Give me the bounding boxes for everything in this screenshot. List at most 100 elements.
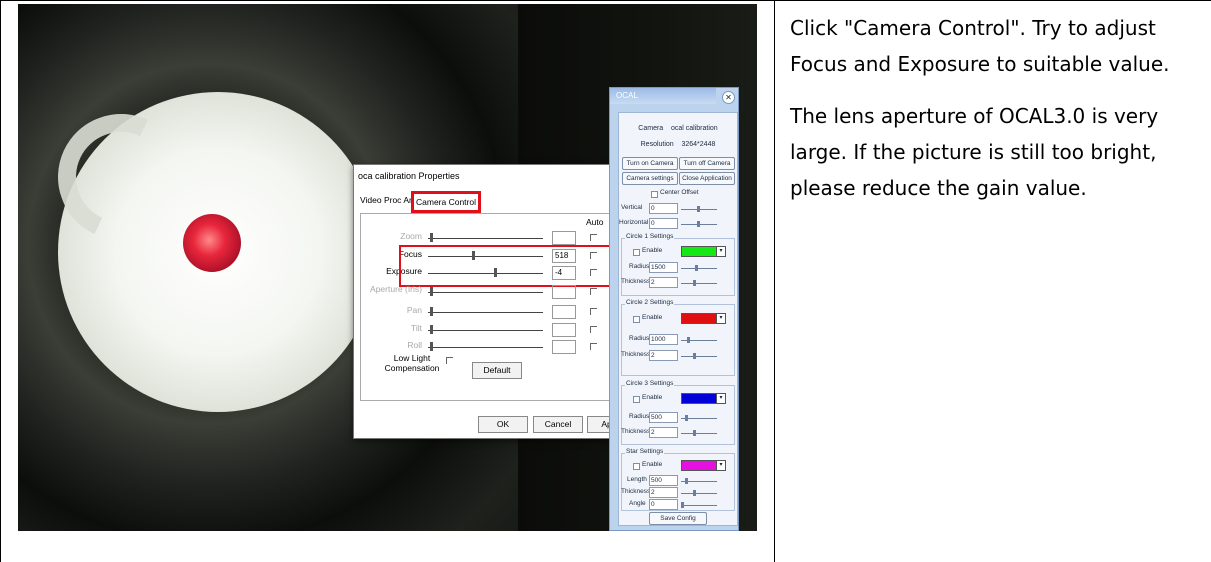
circle3-color[interactable]	[681, 393, 717, 404]
horizontal-slider-thumb[interactable]	[697, 221, 700, 227]
pan-auto-checkbox	[590, 308, 597, 315]
star-angle-thumb[interactable]	[681, 502, 684, 508]
tilt-value	[552, 323, 576, 337]
star-dropdown-icon[interactable]: ▾	[716, 460, 726, 471]
zoom-auto-checkbox	[590, 234, 597, 241]
star-thickness-slider[interactable]	[681, 493, 717, 494]
pan-control: Pan	[354, 305, 644, 321]
ocal-panel: OCAL ✕ Camera ocal calibration Resolutio…	[609, 87, 739, 531]
close-application-button[interactable]: Close Application	[679, 172, 735, 185]
circle1-radius-field[interactable]: 1500	[649, 262, 678, 273]
star-thickness-thumb[interactable]	[693, 490, 696, 496]
circle2-enable-checkbox[interactable]	[633, 316, 640, 323]
star-angle-slider[interactable]	[681, 505, 717, 506]
tab-camera-control[interactable]: Camera Control	[411, 191, 481, 213]
circle1-thickness-slider[interactable]	[681, 283, 717, 284]
turn-on-camera-button[interactable]: Turn on Camera	[622, 157, 678, 170]
default-button[interactable]: Default	[472, 362, 522, 379]
circle3-title: Circle 3 Settings	[625, 380, 675, 387]
circle2-dropdown-icon[interactable]: ▾	[716, 313, 726, 324]
tilt-slider	[428, 330, 543, 331]
pan-value	[552, 305, 576, 319]
pan-slider	[428, 312, 543, 313]
horizontal-field[interactable]: 0	[649, 218, 678, 229]
instructions-text: Click "Camera Control". Try to adjust Fo…	[790, 10, 1205, 222]
circle3-radius-label: Radius	[629, 413, 650, 420]
turn-off-camera-button[interactable]: Turn off Camera	[679, 157, 735, 170]
vertical-slider-thumb[interactable]	[697, 206, 700, 212]
circle2-title: Circle 2 Settings	[625, 299, 675, 306]
circle1-radius-thumb[interactable]	[695, 265, 698, 271]
star-thickness-field[interactable]: 2	[649, 487, 678, 498]
star-angle-field[interactable]: 0	[649, 499, 678, 510]
circle1-thickness-field[interactable]: 2	[649, 277, 678, 288]
table-border-top	[0, 0, 1211, 1]
circle1-radius-slider[interactable]	[681, 268, 717, 269]
star-title: Star Settings	[625, 448, 665, 455]
circle1-enable-label: Enable	[642, 247, 663, 254]
camera-settings-button[interactable]: Camera settings	[622, 172, 678, 185]
star-thickness-label: Thickness	[621, 488, 651, 495]
center-offset-label: Center Offset	[660, 189, 699, 196]
circle3-radius-field[interactable]: 500	[649, 412, 678, 423]
center-offset-checkbox[interactable]	[651, 191, 658, 198]
circle2-radius-field[interactable]: 1000	[649, 334, 678, 345]
resolution-value: 3264*2448	[681, 141, 716, 148]
circle1-thickness-thumb[interactable]	[693, 280, 696, 286]
star-color[interactable]	[681, 460, 717, 471]
circle2-thickness-slider[interactable]	[681, 356, 717, 357]
circle2-radius-label: Radius	[629, 335, 650, 342]
star-length-label: Length	[627, 476, 647, 483]
circle1-color[interactable]	[681, 246, 717, 257]
circle3-thickness-field[interactable]: 2	[649, 427, 678, 438]
roll-value	[552, 340, 576, 354]
circle2-thickness-thumb[interactable]	[693, 353, 696, 359]
cancel-button[interactable]: Cancel	[533, 416, 583, 433]
circle3-thickness-label: Thickness	[621, 428, 651, 435]
table-border-left	[0, 0, 1, 562]
aperture-control: Aperture (Iris)	[354, 285, 644, 301]
circle2-radius-thumb[interactable]	[687, 337, 690, 343]
ok-button[interactable]: OK	[478, 416, 528, 433]
aperture-label: Aperture (Iris)	[370, 284, 422, 294]
star-angle-label: Angle	[629, 500, 646, 507]
circle2-thickness-field[interactable]: 2	[649, 350, 678, 361]
circle3-thickness-thumb[interactable]	[693, 430, 696, 436]
circle2-thickness-label: Thickness	[621, 351, 651, 358]
ocal-close-icon[interactable]: ✕	[722, 91, 735, 104]
red-target-dot	[183, 214, 241, 272]
tilt-control: Tilt	[354, 323, 644, 339]
circle2-color[interactable]	[681, 313, 717, 324]
roll-label: Roll	[407, 340, 422, 350]
circle3-enable-checkbox[interactable]	[633, 396, 640, 403]
pan-slider-thumb	[430, 307, 433, 316]
tilt-auto-checkbox	[590, 326, 597, 333]
zoom-label: Zoom	[400, 231, 422, 241]
star-length-thumb[interactable]	[685, 478, 688, 484]
tilt-label: Tilt	[410, 323, 422, 333]
star-enable-checkbox[interactable]	[633, 463, 640, 470]
circle3-enable-label: Enable	[642, 394, 663, 401]
vertical-label: Vertical	[621, 204, 643, 211]
horizontal-label: Horizontal	[619, 219, 649, 226]
circle1-title: Circle 1 Settings	[625, 233, 675, 240]
instruction-paragraph-2: The lens aperture of OCAL3.0 is very lar…	[790, 104, 1159, 200]
save-config-button[interactable]: Save Config	[649, 512, 707, 525]
resolution-row: Resolution 3264*2448	[619, 141, 737, 148]
circle3-thickness-slider[interactable]	[681, 433, 717, 434]
pan-label: Pan	[406, 305, 422, 315]
low-light-checkbox[interactable]	[446, 357, 453, 364]
roll-slider	[428, 347, 543, 348]
star-length-field[interactable]: 500	[649, 475, 678, 486]
tilt-slider-thumb	[430, 325, 433, 334]
vertical-field[interactable]: 0	[649, 203, 678, 214]
circle3-radius-thumb[interactable]	[685, 415, 688, 421]
circle1-dropdown-icon[interactable]: ▾	[716, 246, 726, 257]
circle1-thickness-label: Thickness	[621, 278, 651, 285]
circle1-enable-checkbox[interactable]	[633, 249, 640, 256]
star-enable-label: Enable	[642, 461, 663, 468]
ocal-title: OCAL	[610, 88, 716, 104]
instruction-paragraph-1: Click "Camera Control". Try to adjust Fo…	[790, 16, 1170, 76]
circle1-radius-label: Radius	[629, 263, 650, 270]
circle3-dropdown-icon[interactable]: ▾	[716, 393, 726, 404]
